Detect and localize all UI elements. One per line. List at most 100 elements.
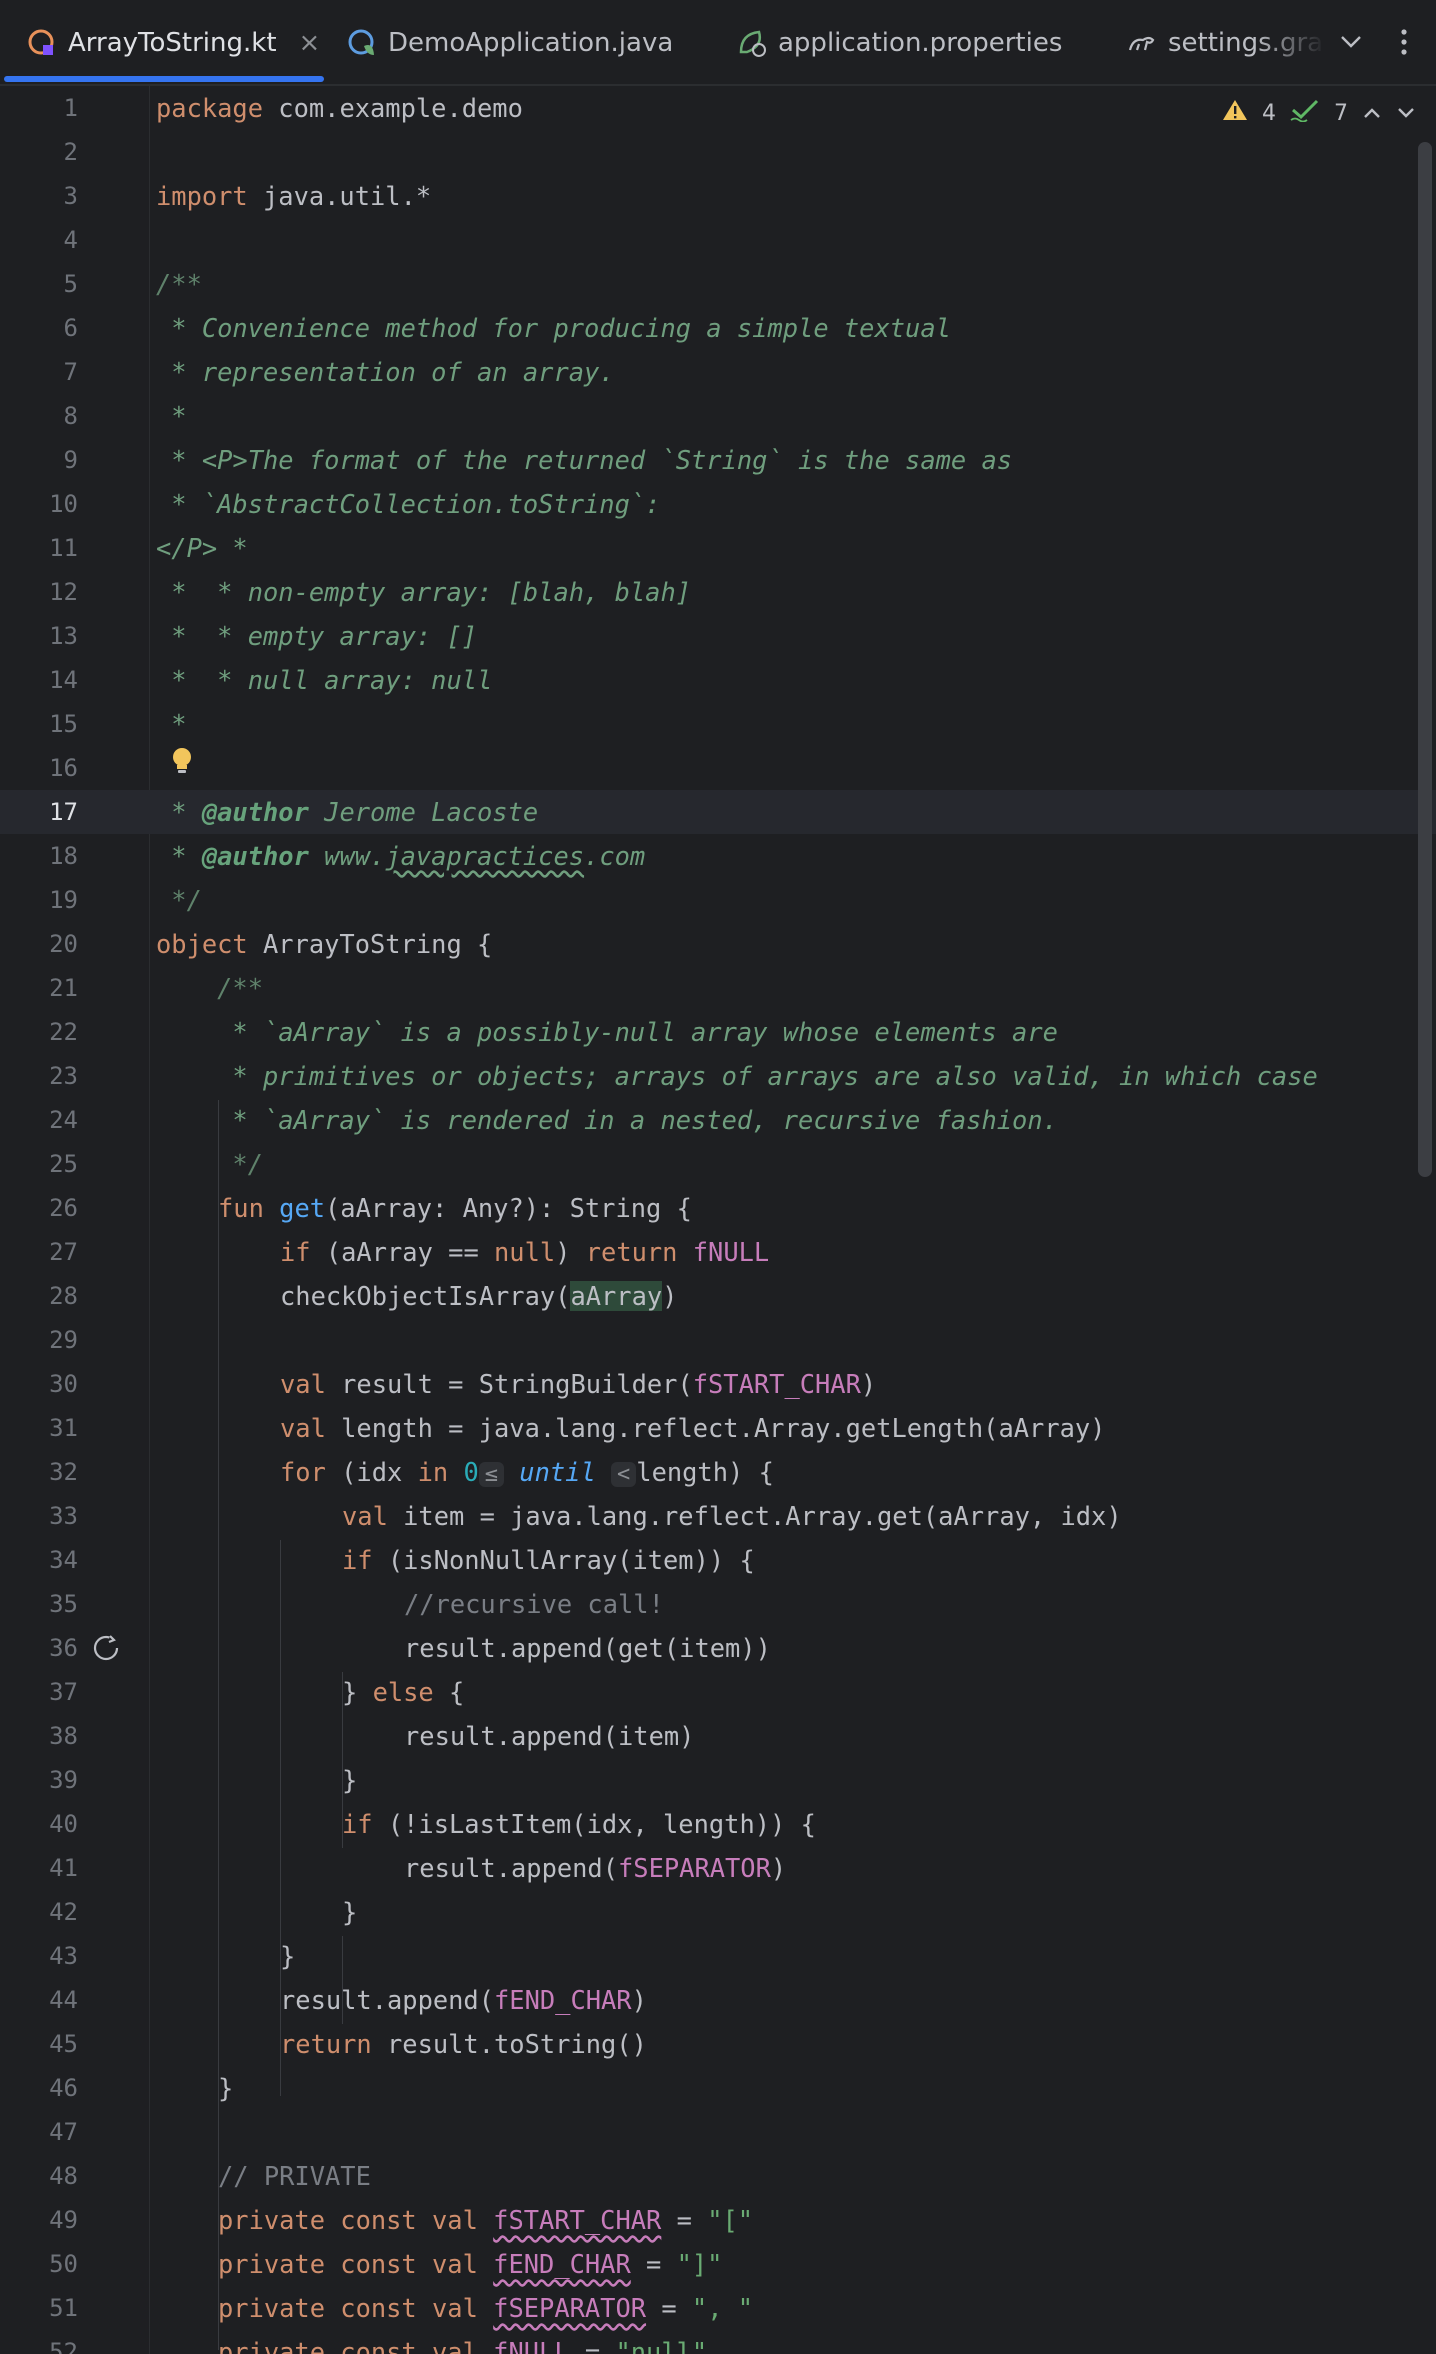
code-token: (aArray: Any?): String { bbox=[325, 1193, 692, 1223]
code-line: 22 * `aArray` is a possibly-null array w… bbox=[0, 1010, 1436, 1054]
inspection-widget[interactable]: 4 7 bbox=[1222, 98, 1416, 128]
tab-overflow-fade bbox=[1255, 0, 1325, 84]
tab-demoapplication-java[interactable]: DemoApplication.java bbox=[346, 0, 673, 86]
more-actions-icon[interactable] bbox=[1386, 24, 1422, 60]
previous-highlight-chevron-up-icon[interactable] bbox=[1362, 101, 1382, 126]
code-line: 25 */ bbox=[0, 1142, 1436, 1186]
code-token: result.append(item) bbox=[404, 1721, 695, 1751]
doc-comment: */ bbox=[156, 1149, 264, 1179]
code-line: 28 checkObjectIsArray(aArray) bbox=[0, 1274, 1436, 1318]
code-token: (isNonNullArray(item)) { bbox=[372, 1545, 755, 1575]
doc-comment: /** bbox=[156, 973, 264, 1003]
keyword: if bbox=[342, 1545, 373, 1575]
keyword: package bbox=[156, 93, 264, 123]
constant: fSEPARATOR bbox=[493, 2293, 647, 2323]
code-line: 11 </P> * bbox=[0, 526, 1436, 570]
range-inlay-hint: < bbox=[611, 1462, 637, 1487]
code-text: val length = java.lang.reflect.Array.get… bbox=[280, 1406, 1105, 1450]
code-line: 37} else { bbox=[0, 1670, 1436, 1714]
code-token: result.append( bbox=[280, 1985, 495, 2015]
code-line: 51 private const val fSEPARATOR = ", " bbox=[0, 2286, 1436, 2330]
line-number: 36 bbox=[49, 1634, 78, 1662]
code-line: 21 /** bbox=[0, 966, 1436, 1010]
show-hidden-tabs-chevron-down-icon[interactable] bbox=[1333, 24, 1369, 60]
code-line: 24 * `aArray` is rendered in a nested, r… bbox=[0, 1098, 1436, 1142]
code-line: 34 if (isNonNullArray(item)) { bbox=[0, 1538, 1436, 1582]
code-line: 41 result.append(fSEPARATOR) bbox=[0, 1846, 1436, 1890]
code-token: ) bbox=[555, 1237, 586, 1267]
code-token: checkObjectIsArray( bbox=[280, 1281, 571, 1311]
doc-comment: * * empty array: [] bbox=[156, 621, 478, 651]
code-token: = bbox=[646, 2293, 692, 2323]
code-line: 27 if (aArray == null) return fNULL bbox=[0, 1230, 1436, 1274]
doc-comment: .com bbox=[584, 841, 646, 871]
line-number: 19 bbox=[49, 886, 78, 914]
code-line: 29 bbox=[0, 1318, 1436, 1362]
keyword: val bbox=[342, 1501, 388, 1531]
recursive-call-icon[interactable] bbox=[92, 1634, 120, 1666]
kotlin-file-icon bbox=[26, 27, 58, 59]
code-line: 47 bbox=[0, 2110, 1436, 2154]
doc-tag: @author bbox=[201, 797, 309, 827]
close-tab-icon[interactable]: × bbox=[299, 28, 321, 58]
line-number: 30 bbox=[49, 1370, 78, 1398]
keyword: val bbox=[280, 1369, 326, 1399]
editor-tab-bar: ArrayToString.kt × DemoApplication.java … bbox=[0, 0, 1436, 86]
vertical-scrollbar[interactable] bbox=[1418, 142, 1432, 1177]
next-highlight-chevron-down-icon[interactable] bbox=[1396, 101, 1416, 126]
tab-application-properties[interactable]: application.properties bbox=[736, 0, 1062, 86]
code-text: if (!isLastItem(idx, length)) { bbox=[342, 1802, 816, 1846]
string-literal: "null" bbox=[615, 2337, 708, 2354]
code-line: 46} bbox=[0, 2066, 1436, 2110]
code-token: = bbox=[661, 2205, 708, 2235]
doc-comment: * Convenience method for producing a sim… bbox=[156, 313, 951, 343]
code-text: val item = java.lang.reflect.Array.get(a… bbox=[342, 1494, 1122, 1538]
typo-underlined-word[interactable]: javapractices bbox=[385, 841, 584, 871]
code-editor[interactable]: 1 package com.example.demo 2 3 import java… bbox=[0, 86, 1436, 2354]
code-line: 6 * Convenience method for producing a s… bbox=[0, 306, 1436, 350]
active-tab-indicator bbox=[4, 76, 324, 82]
code-token: ) bbox=[770, 1853, 787, 1883]
typo-check-icon bbox=[1290, 98, 1320, 128]
line-number: 3 bbox=[63, 182, 78, 210]
string-literal: "[" bbox=[707, 2205, 754, 2235]
keyword: null bbox=[494, 1237, 556, 1267]
line-number: 6 bbox=[63, 314, 78, 342]
code-line: 35 //recursive call! bbox=[0, 1582, 1436, 1626]
line-number: 44 bbox=[49, 1986, 78, 2014]
line-number: 28 bbox=[49, 1282, 78, 1310]
code-line: 4 bbox=[0, 218, 1436, 262]
keyword: fun bbox=[218, 1193, 264, 1223]
tab-label: application.properties bbox=[778, 28, 1063, 58]
range-inlay-hint: ≤ bbox=[478, 1462, 504, 1487]
constant: fEND_CHAR bbox=[494, 1985, 632, 2015]
tab-label: ArrayToString.kt bbox=[68, 28, 277, 58]
code-token: ) bbox=[631, 1985, 647, 2015]
constant: fNULL bbox=[493, 2337, 570, 2354]
code-line: 50 private const val fEND_CHAR = "]" bbox=[0, 2242, 1436, 2286]
line-comment: //recursive call! bbox=[404, 1589, 664, 1619]
line-number: 48 bbox=[49, 2162, 78, 2190]
current-code-line: 17 * @author Jerome Lacoste bbox=[0, 790, 1436, 834]
line-number: 27 bbox=[49, 1238, 78, 1266]
code-token: result.append(get(item)) bbox=[404, 1633, 771, 1663]
tab-arraytostring-kt[interactable]: ArrayToString.kt × bbox=[26, 0, 320, 86]
code-line: 12 * * non-empty array: [blah, blah] bbox=[0, 570, 1436, 614]
line-number: 13 bbox=[49, 622, 78, 650]
line-number: 51 bbox=[49, 2294, 78, 2322]
lightbulb-intention-icon[interactable] bbox=[170, 746, 194, 780]
line-number: 5 bbox=[63, 270, 78, 298]
code-text: private const val fNULL = "null" bbox=[218, 2330, 707, 2354]
line-number: 17 bbox=[49, 798, 78, 826]
code-token: (idx bbox=[325, 1457, 418, 1487]
code-text: package com.example.demo bbox=[156, 86, 523, 130]
doc-comment: * bbox=[156, 841, 202, 871]
line-number: 10 bbox=[49, 490, 78, 518]
code-text: if (aArray == null) return fNULL bbox=[280, 1230, 769, 1274]
keyword: in bbox=[417, 1457, 449, 1487]
line-number: 12 bbox=[49, 578, 78, 606]
code-text: if (isNonNullArray(item)) { bbox=[342, 1538, 755, 1582]
doc-comment: * `AbstractCollection.toString`: bbox=[156, 489, 661, 519]
code-line: 20 object ArrayToString { bbox=[0, 922, 1436, 966]
code-text: * @author www.javapractices.com bbox=[156, 834, 645, 878]
